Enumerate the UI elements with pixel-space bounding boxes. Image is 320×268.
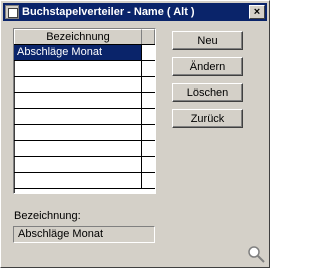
delete-button[interactable]: Löschen <box>172 83 243 102</box>
new-button[interactable]: Neu <box>172 31 243 50</box>
dialog-window: Buchstapelverteiler - Name ( Alt ) × Bez… <box>0 0 270 268</box>
title-bar[interactable]: Buchstapelverteiler - Name ( Alt ) × <box>3 3 267 21</box>
list-row[interactable] <box>14 125 155 141</box>
list-row[interactable] <box>14 93 155 109</box>
list-row[interactable] <box>14 141 155 157</box>
zoom-icon[interactable] <box>246 244 266 264</box>
close-icon[interactable]: × <box>249 5 265 19</box>
list-cell[interactable] <box>14 173 142 188</box>
column-header-blank <box>142 29 155 44</box>
bezeichnung-field: Abschläge Monat <box>13 226 155 243</box>
list-header: Bezeichnung <box>14 29 155 45</box>
list-cell[interactable] <box>14 141 142 156</box>
list-row[interactable] <box>14 157 155 173</box>
list-cell[interactable] <box>14 77 142 92</box>
list-row[interactable]: Abschläge Monat <box>14 45 155 61</box>
list-cell[interactable] <box>14 61 142 76</box>
list-cell[interactable] <box>14 109 142 124</box>
column-header-bezeichnung[interactable]: Bezeichnung <box>14 29 142 44</box>
entries-list[interactable]: Bezeichnung Abschläge Monat <box>13 28 156 194</box>
window-icon[interactable] <box>5 5 19 19</box>
window-title: Buchstapelverteiler - Name ( Alt ) <box>22 6 195 18</box>
list-cell[interactable] <box>14 157 142 172</box>
list-cell[interactable] <box>14 93 142 108</box>
list-row[interactable] <box>14 173 155 189</box>
bezeichnung-label: Bezeichnung: <box>14 210 81 222</box>
edit-button[interactable]: Ändern <box>172 57 243 76</box>
list-row[interactable] <box>14 61 155 77</box>
list-row[interactable] <box>14 109 155 125</box>
list-cell[interactable] <box>14 125 142 140</box>
list-cell[interactable]: Abschläge Monat <box>14 45 142 60</box>
list-row[interactable] <box>14 77 155 93</box>
back-button[interactable]: Zurück <box>172 109 243 128</box>
